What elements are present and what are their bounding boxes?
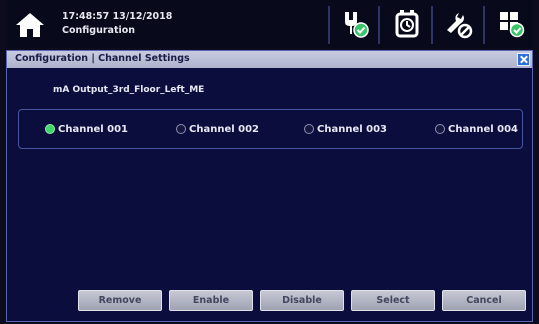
divider	[483, 6, 485, 44]
cancel-button[interactable]: Cancel	[442, 290, 526, 311]
grid-check-icon	[500, 12, 525, 38]
alarm-clock-icon	[395, 10, 419, 38]
channel-label: Channel 001	[58, 123, 129, 135]
radio-unselected-icon	[176, 124, 186, 134]
enable-button[interactable]: Enable	[169, 290, 253, 311]
channel-label: Channel 004	[448, 123, 519, 135]
home-icon	[16, 13, 44, 37]
maintenance-button[interactable]	[442, 8, 474, 40]
channel-list: Channel 001 Channel 002 Channel 003 Chan…	[18, 109, 523, 149]
divider	[328, 6, 330, 44]
divider	[378, 6, 380, 44]
dialog-title: Configuration | Channel Settings	[15, 53, 190, 64]
timer-button[interactable]	[391, 8, 423, 40]
output-name: mA Output_3rd_Floor_Left_ME	[53, 85, 205, 95]
divider	[431, 6, 433, 44]
tools-icon	[447, 13, 473, 39]
channel-label: Channel 002	[189, 123, 260, 135]
channel-option-001[interactable]: Channel 001	[45, 122, 128, 136]
screen-name: Configuration	[62, 25, 136, 36]
disable-button[interactable]: Disable	[260, 290, 344, 311]
channel-option-003[interactable]: Channel 003	[304, 122, 387, 136]
radio-unselected-icon	[435, 124, 445, 134]
sensor-ok-icon	[345, 12, 369, 38]
select-button[interactable]: Select	[351, 290, 435, 311]
radio-unselected-icon	[304, 124, 314, 134]
status-datetime: 17:48:57 13/12/2018 Configuration	[62, 10, 172, 38]
radio-selected-icon	[45, 124, 55, 134]
close-icon[interactable]	[517, 53, 530, 66]
system-status-button[interactable]	[495, 8, 527, 40]
channel-option-002[interactable]: Channel 002	[176, 122, 259, 136]
time-date: 17:48:57 13/12/2018	[62, 11, 173, 22]
top-bar: 17:48:57 13/12/2018 Configuration	[6, 0, 533, 48]
channel-option-004[interactable]: Channel 004	[435, 122, 518, 136]
channel-settings-dialog: Configuration | Channel Settings mA Outp…	[6, 50, 533, 322]
channel-label: Channel 003	[317, 123, 388, 135]
home-button[interactable]	[15, 12, 45, 38]
remove-button[interactable]: Remove	[78, 290, 162, 311]
sensor-status-button[interactable]	[339, 8, 371, 40]
dialog-header: Configuration | Channel Settings	[7, 51, 532, 68]
